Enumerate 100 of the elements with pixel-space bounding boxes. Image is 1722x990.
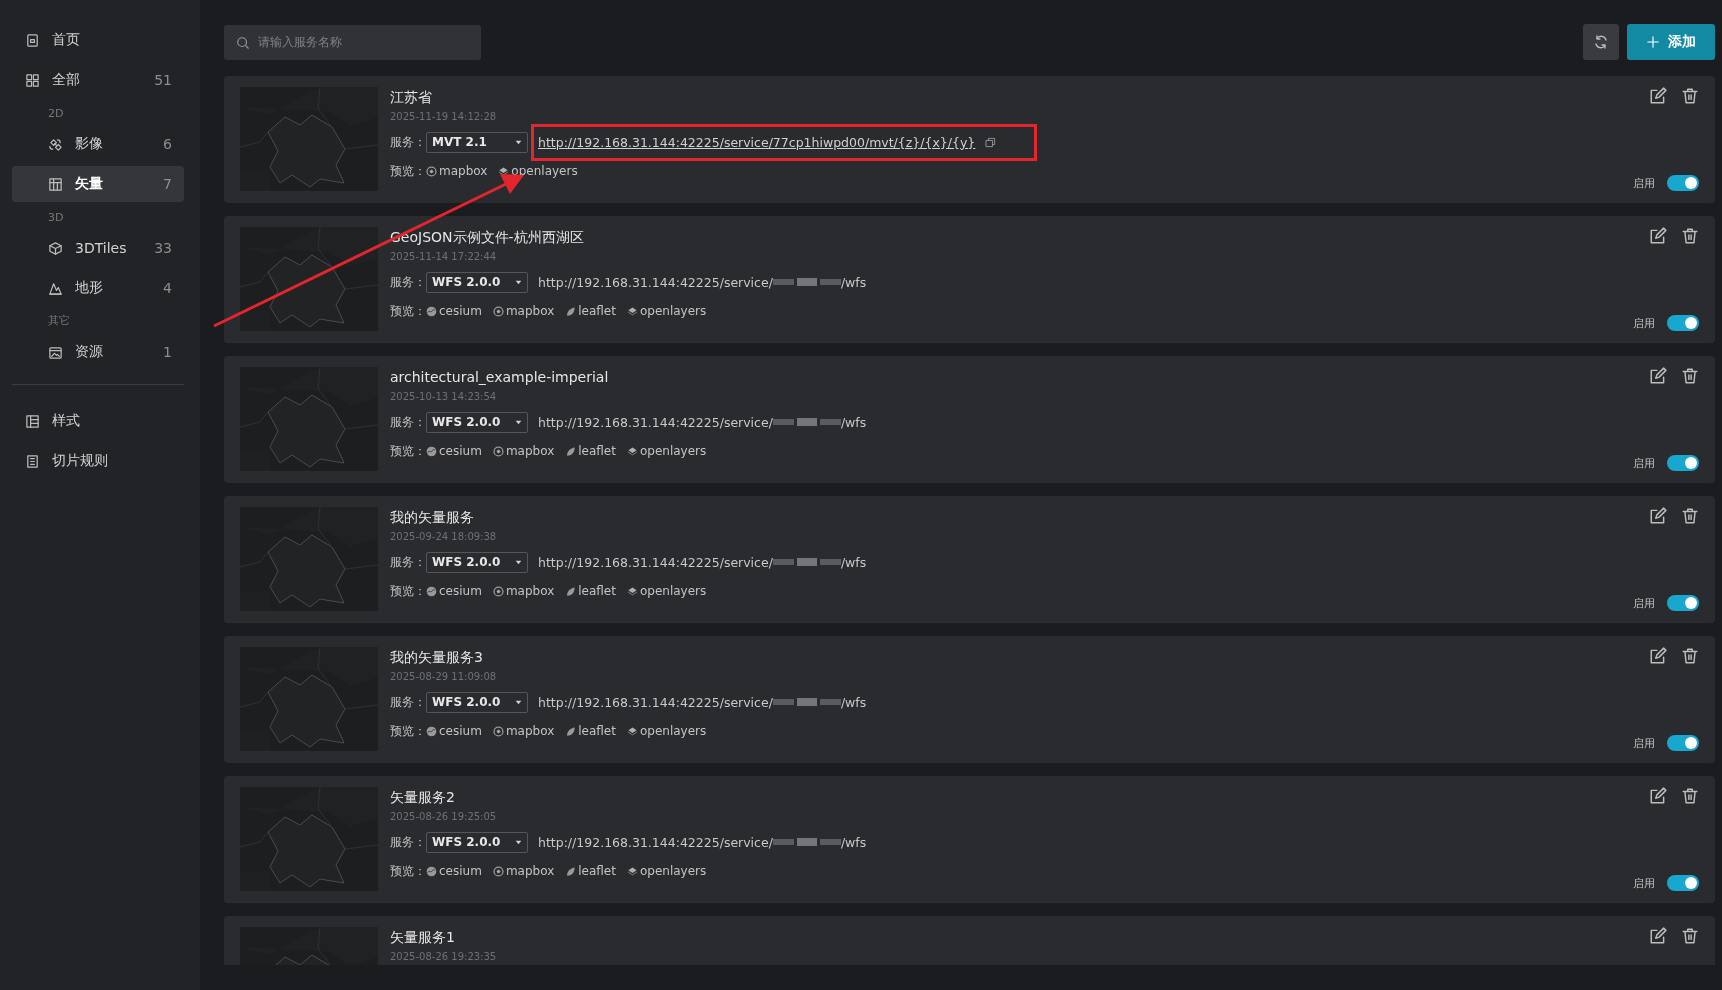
- sidebar-item[interactable]: 全部 51: [12, 62, 184, 98]
- service-url[interactable]: /wfs: [840, 834, 867, 850]
- search-field[interactable]: 请输入服务名称: [224, 24, 481, 60]
- edit-button[interactable]: [1649, 647, 1667, 665]
- enable-toggle[interactable]: [1667, 595, 1699, 611]
- preview-link[interactable]: cesium: [426, 444, 482, 458]
- globe-icon: [426, 445, 437, 457]
- satellite-icon: [48, 136, 63, 152]
- preview-link[interactable]: cesium: [426, 584, 482, 598]
- edit-button[interactable]: [1649, 367, 1667, 385]
- sidebar-item[interactable]: 影像 6: [12, 126, 184, 162]
- service-url[interactable]: http://192.168.31.144:42225/service/: [538, 554, 773, 570]
- service-url[interactable]: http://192.168.31.144:42225/service/: [538, 694, 773, 710]
- preview-link[interactable]: leaflet: [565, 724, 616, 738]
- sidebar-item[interactable]: 首页: [12, 22, 184, 58]
- preview-link[interactable]: leaflet: [565, 304, 616, 318]
- enable-toggle[interactable]: [1667, 455, 1699, 471]
- preview-link[interactable]: openlayers: [626, 584, 707, 598]
- layers-icon: [626, 305, 638, 317]
- service-url[interactable]: http://192.168.31.144:42225/service/: [538, 274, 773, 290]
- toggle-label: 启用: [1633, 315, 1655, 331]
- preview-link[interactable]: cesium: [426, 304, 482, 318]
- search-icon: [236, 35, 250, 50]
- service-url[interactable]: /wfs: [840, 554, 867, 570]
- preview-link[interactable]: cesium: [426, 864, 482, 878]
- service-title: 我的矢量服务3: [390, 649, 483, 667]
- edit-button[interactable]: [1649, 87, 1667, 105]
- field-label: 预览：: [390, 862, 426, 880]
- preview-link[interactable]: openlayers: [498, 164, 578, 178]
- enable-toggle[interactable]: [1667, 875, 1699, 891]
- edit-button[interactable]: [1649, 227, 1667, 245]
- delete-button[interactable]: [1681, 647, 1699, 665]
- sidebar-item[interactable]: 地形 4: [12, 270, 184, 306]
- sidebar-item[interactable]: 样式: [12, 403, 184, 439]
- preview-link[interactable]: mapbox: [492, 724, 555, 738]
- target-icon: [492, 445, 504, 457]
- service-title: 我的矢量服务: [390, 509, 474, 527]
- service-url[interactable]: /wfs: [840, 414, 867, 430]
- delete-button[interactable]: [1681, 227, 1699, 245]
- add-button[interactable]: 添加: [1627, 24, 1715, 60]
- edit-icon: [1649, 507, 1667, 525]
- service-url[interactable]: http://192.168.31.144:42225/service/: [538, 834, 773, 850]
- delete-button[interactable]: [1681, 927, 1699, 945]
- preview-link[interactable]: openlayers: [626, 864, 707, 878]
- preview-link[interactable]: mapbox: [492, 864, 555, 878]
- service-dropdown[interactable]: WFS 2.0.0: [426, 411, 528, 433]
- service-title: 江苏省: [390, 89, 432, 107]
- field-label: 服务：: [390, 693, 426, 711]
- preview-link[interactable]: openlayers: [626, 444, 707, 458]
- edit-button[interactable]: [1649, 787, 1667, 805]
- delete-button[interactable]: [1681, 87, 1699, 105]
- preview-link[interactable]: leaflet: [565, 864, 616, 878]
- delete-button[interactable]: [1681, 367, 1699, 385]
- sidebar-item[interactable]: 切片规则: [12, 443, 184, 479]
- service-dropdown[interactable]: WFS 2.0.0: [426, 691, 528, 713]
- layers-icon: [626, 725, 638, 737]
- leaf-icon: [565, 305, 577, 317]
- sidebar-item[interactable]: 3DTiles 33: [12, 230, 184, 266]
- preview-link[interactable]: openlayers: [626, 724, 707, 738]
- preview-link[interactable]: mapbox: [492, 444, 555, 458]
- enable-toggle[interactable]: [1667, 175, 1699, 191]
- field-label: 服务：: [390, 553, 426, 571]
- edit-icon: [1649, 927, 1667, 945]
- sidebar-item[interactable]: 资源 1: [12, 334, 184, 370]
- service-url[interactable]: /wfs: [840, 694, 867, 710]
- list-icon: [25, 453, 40, 469]
- service-date: 2025-11-14 17:22:44: [390, 251, 497, 264]
- globe-icon: [426, 865, 437, 877]
- edit-button[interactable]: [1649, 927, 1667, 945]
- preview-link[interactable]: leaflet: [565, 584, 616, 598]
- refresh-button[interactable]: [1583, 24, 1619, 60]
- preview-link[interactable]: leaflet: [565, 444, 616, 458]
- delete-button[interactable]: [1681, 787, 1699, 805]
- service-url[interactable]: http://192.168.31.144:42225/service/77cp1hiwpd00/mvt/{z}/{x}/{y}: [538, 134, 976, 150]
- field-label: 服务：: [390, 413, 426, 431]
- preview-link[interactable]: mapbox: [492, 304, 555, 318]
- target-icon: [426, 165, 437, 177]
- home-icon: [25, 32, 40, 48]
- service-dropdown[interactable]: WFS 2.0.0: [426, 271, 528, 293]
- preview-link[interactable]: cesium: [426, 724, 482, 738]
- preview-link[interactable]: mapbox: [492, 584, 555, 598]
- delete-button[interactable]: [1681, 507, 1699, 525]
- enable-toggle[interactable]: [1667, 315, 1699, 331]
- enable-toggle[interactable]: [1667, 735, 1699, 751]
- service-dropdown[interactable]: WFS 2.0.0: [426, 831, 528, 853]
- service-url[interactable]: http://192.168.31.144:42225/service/: [538, 414, 773, 430]
- copy-icon: [985, 136, 997, 148]
- edit-button[interactable]: [1649, 507, 1667, 525]
- field-label: 预览：: [390, 442, 426, 460]
- service-dropdown[interactable]: WFS 2.0.0: [426, 551, 528, 573]
- preview-link[interactable]: mapbox: [426, 164, 488, 178]
- service-dropdown[interactable]: MVT 2.1: [426, 131, 528, 153]
- service-title: 矢量服务2: [390, 789, 455, 807]
- preview-link[interactable]: openlayers: [626, 304, 707, 318]
- edit-icon: [1649, 87, 1667, 105]
- leaf-icon: [565, 865, 577, 877]
- leaf-icon: [565, 585, 577, 597]
- sidebar-item[interactable]: 矢量 7: [12, 166, 184, 202]
- globe-icon: [426, 585, 437, 597]
- service-url[interactable]: /wfs: [840, 274, 867, 290]
